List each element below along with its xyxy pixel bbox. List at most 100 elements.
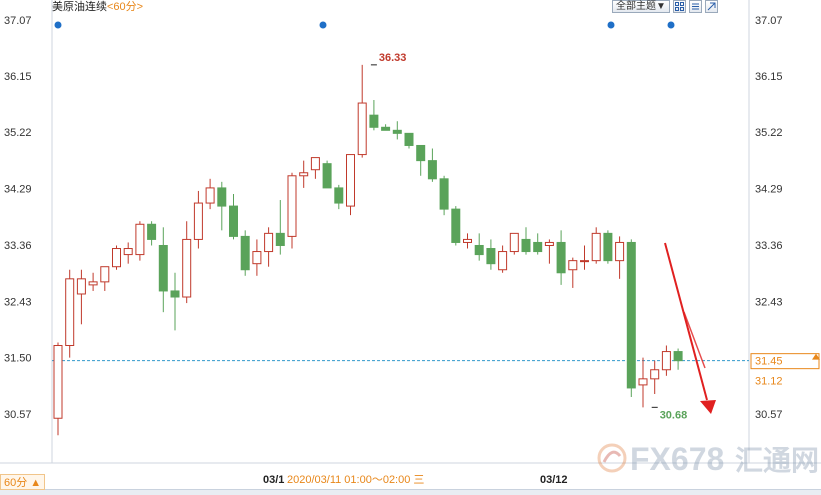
candle-body [381, 126, 391, 131]
period-label[interactable]: <60分> [107, 1, 143, 13]
candle [310, 157, 320, 179]
last-price-label: 31.45 [755, 356, 783, 368]
candle [240, 230, 250, 276]
y-tick-label-left: 30.57 [4, 409, 32, 421]
trend-arrow-line-2 [683, 311, 706, 369]
candle [603, 230, 613, 264]
candle [381, 124, 391, 131]
y-tick-label-left: 33.36 [4, 240, 32, 252]
candle [556, 230, 566, 285]
price-annotation: 36.33 [370, 52, 407, 66]
candle-body [451, 208, 461, 243]
candle [65, 269, 75, 358]
candle-body [88, 281, 98, 286]
x-tick-label: 03/12 [540, 474, 568, 486]
candle [182, 221, 192, 304]
arrow-icon[interactable] [704, 0, 718, 13]
candle-body [568, 260, 578, 271]
candle-body [416, 144, 426, 162]
candle [53, 342, 63, 436]
y-tick-label-left: 37.07 [4, 15, 32, 27]
symbol-name: 美原油连续 [52, 1, 107, 13]
trend-arrow-head [700, 400, 716, 414]
y-tick-label-right: 30.57 [755, 409, 783, 421]
candle-body [533, 241, 543, 253]
candle-body [264, 232, 274, 253]
candle [346, 154, 355, 216]
candle [474, 233, 484, 261]
period-selector[interactable]: 60分 ▲ [0, 474, 46, 490]
candle-body [498, 251, 508, 271]
watermark-logo: FX678 汇通网 [597, 441, 819, 477]
candle-body [135, 223, 145, 256]
candle-body [100, 266, 110, 283]
candle-body [463, 238, 472, 243]
candle [451, 206, 461, 246]
candle-body [158, 244, 168, 292]
candle [334, 184, 344, 210]
candle-body [193, 202, 203, 240]
price-annotation: 30.68 [651, 406, 688, 421]
watermark-cn: 汇通网 [735, 445, 819, 476]
candle-body [147, 223, 157, 240]
candle-body [392, 129, 402, 134]
candle [322, 160, 332, 189]
candle-body [76, 278, 86, 295]
candle [568, 257, 578, 288]
candle-body [287, 175, 297, 237]
candle [463, 233, 472, 249]
candle [229, 193, 238, 240]
candle-body [112, 248, 121, 268]
candle [544, 239, 554, 264]
candle [112, 245, 121, 270]
watermark-swoosh [602, 450, 622, 463]
y-tick-label-left: 36.15 [4, 71, 32, 83]
candle-body [240, 235, 250, 271]
x-tick-label: 03/1 [263, 474, 284, 486]
candle-body [626, 241, 636, 389]
y-tick-label-right: 33.36 [755, 240, 783, 252]
candle-body [217, 187, 227, 207]
annotation-label: 30.68 [660, 409, 688, 421]
y-tick-label-right: 32.43 [755, 296, 783, 308]
candle-body [182, 238, 192, 298]
candle-body [346, 154, 355, 207]
candle [591, 227, 601, 264]
y-tick-label-right: 37.07 [755, 15, 783, 27]
candle [439, 175, 449, 216]
candle [264, 227, 274, 267]
candle [287, 172, 297, 249]
theme-dropdown[interactable]: 全部主题▼ [612, 0, 670, 13]
candle-body [65, 278, 75, 347]
chart-header: 美原油连续<60分> [52, 0, 143, 14]
candle-body [299, 172, 309, 177]
candle [673, 348, 683, 370]
candlestick-chart[interactable]: 37.07 37.07 36.15 36.15 35.22 35.22 34.29 34.29… [0, 0, 821, 494]
candle [76, 269, 86, 325]
candle-body [252, 251, 262, 265]
candle-body [486, 248, 496, 265]
scroll-strip[interactable] [0, 489, 821, 495]
candle [205, 178, 215, 210]
candle [521, 227, 531, 255]
candle [123, 242, 133, 264]
candle-body [427, 160, 437, 180]
top-marker-dot [319, 21, 327, 29]
candle-body [650, 369, 660, 380]
list-icon[interactable] [688, 0, 702, 13]
secondary-price-label: 31.12 [755, 376, 783, 388]
candle-body [53, 345, 63, 419]
candle-body [310, 157, 320, 171]
grid-icon[interactable] [672, 0, 686, 13]
watermark-text: FX678 [630, 441, 724, 477]
candle-body [404, 132, 414, 146]
candle-body [591, 232, 601, 262]
candle-body [509, 232, 519, 253]
y-tick-label-right: 34.29 [755, 184, 783, 196]
candle-body [229, 205, 238, 237]
candle-body [661, 351, 671, 371]
candle-body [369, 114, 379, 128]
annotation-label: 36.33 [379, 52, 407, 64]
chart-toolbar: 全部主题▼ [612, 0, 718, 13]
candle [369, 100, 379, 131]
